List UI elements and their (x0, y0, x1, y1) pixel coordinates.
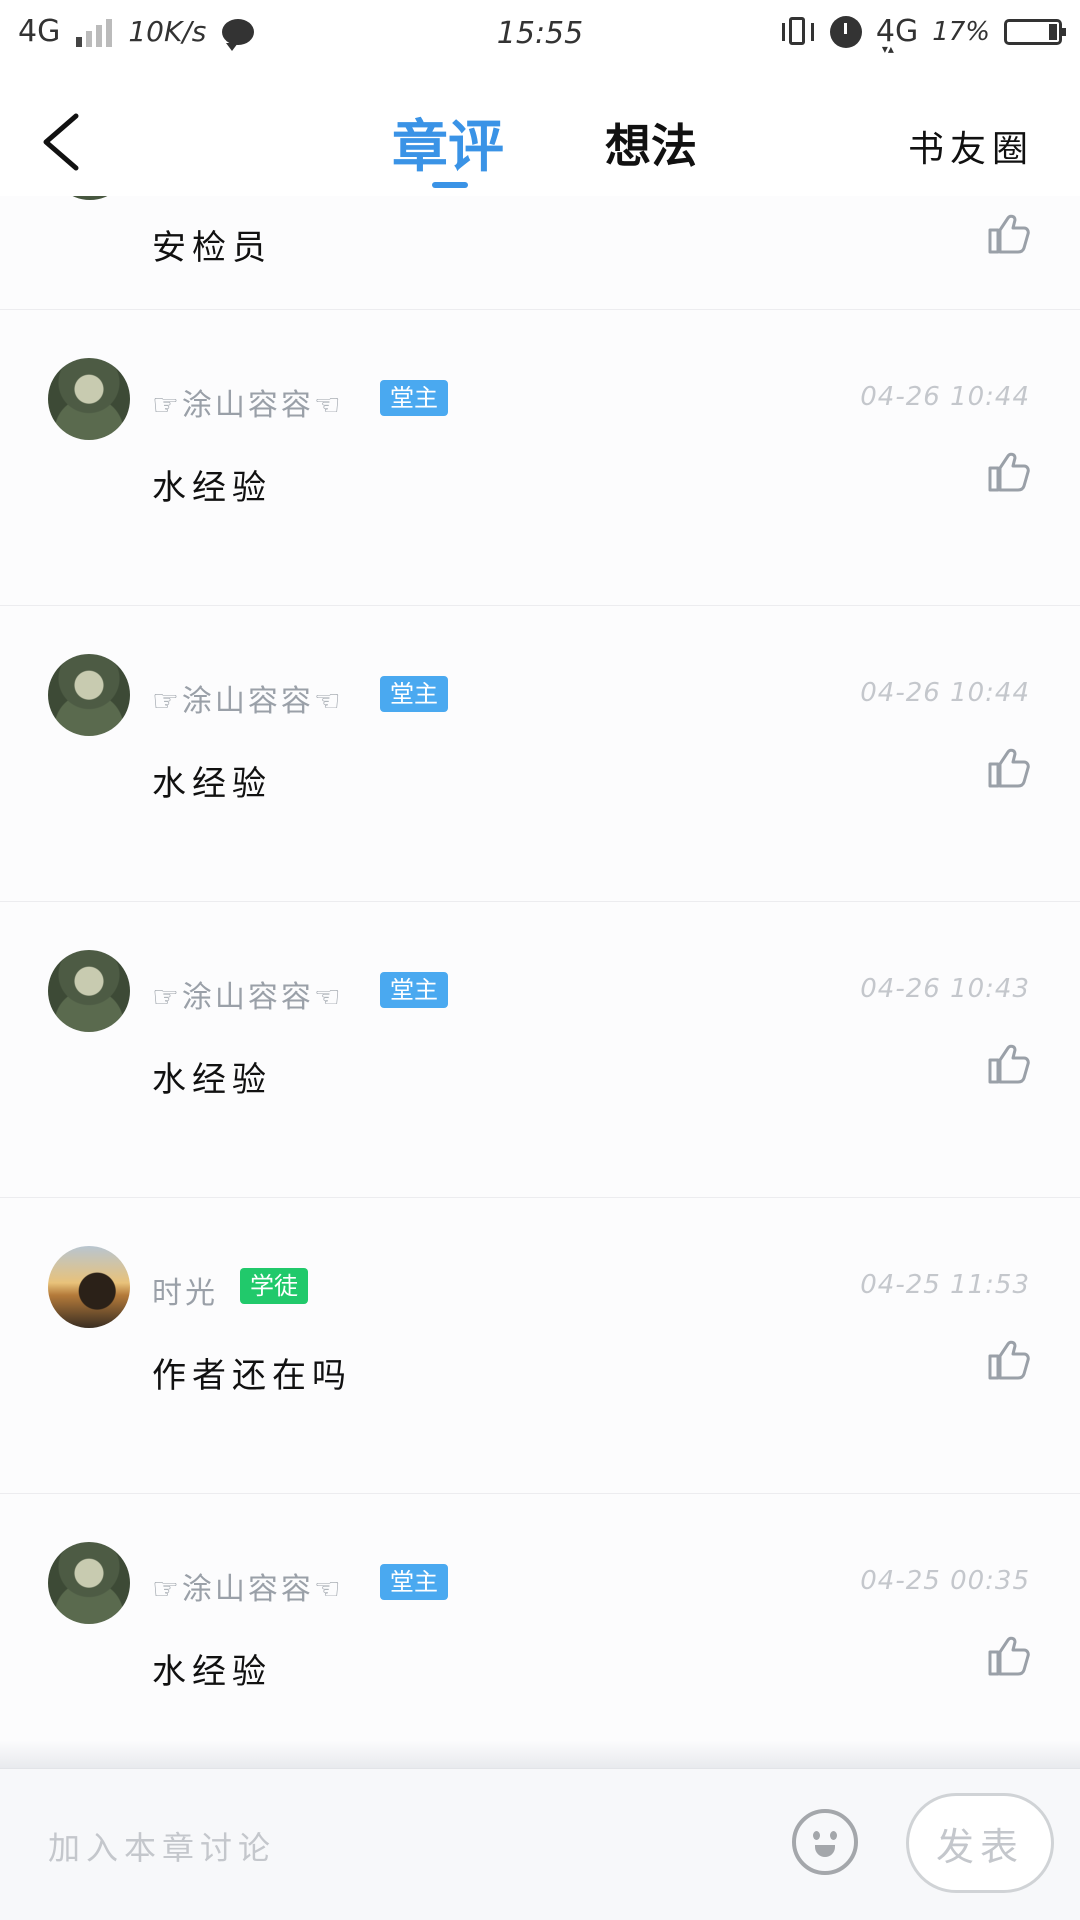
user-name[interactable]: ☞涂山容容☜ (152, 1564, 344, 1608)
user-name[interactable]: ☞涂山容容☜ (152, 676, 344, 720)
user-name[interactable]: ☞涂山容容☜ (152, 972, 344, 1016)
avatar[interactable] (48, 358, 130, 440)
smiley-icon (813, 1831, 820, 1840)
like-button[interactable] (986, 450, 1030, 494)
vibrate-icon (780, 15, 816, 49)
list-item: ☞涂山容容☜ 堂主 04-26 10:44 水经验 (0, 606, 1080, 902)
chevron-left-icon (43, 113, 79, 171)
thumbs-up-icon (988, 1044, 1030, 1084)
thumbs-up-icon (988, 214, 1030, 254)
timestamp: 04-25 11:53 (860, 1270, 1030, 1300)
like-button[interactable] (986, 1634, 1030, 1678)
comment-text: 水经验 (152, 1060, 272, 1100)
thumbs-up-icon (988, 1340, 1030, 1380)
comment-list-inner: 安检员 ☞涂山容容☜ 堂主 04-26 10:44 水经验 ☞涂山容容☜ 堂主 … (0, 196, 1080, 1768)
network-type-right: 4G ▾▴ (876, 14, 918, 56)
battery-percent: 17% (932, 16, 990, 47)
alarm-icon (829, 15, 862, 48)
data-arrows-icon: ▾▴ (881, 42, 894, 56)
timestamp: 04-26 10:44 (860, 678, 1030, 708)
list-item: ☞涂山容容☜ 堂主 04-26 10:44 水经验 (0, 310, 1080, 606)
thumbs-up-icon (988, 1636, 1030, 1676)
status-right: 4G ▾▴ 17% (780, 14, 1066, 56)
thumbs-up-icon (988, 452, 1030, 492)
timestamp: 04-26 10:43 (860, 974, 1030, 1004)
back-button[interactable] (40, 112, 84, 172)
send-button[interactable]: 发表 (906, 1793, 1054, 1893)
book-friends-circle-link[interactable]: 书友圈 (908, 120, 1034, 172)
tab-thoughts[interactable]: 想法 (605, 110, 697, 176)
comment-text: 作者还在吗 (152, 1356, 352, 1396)
thumbs-up-icon (988, 748, 1030, 788)
rank-badge: 堂主 (380, 972, 448, 1008)
avatar[interactable] (48, 950, 130, 1032)
avatar[interactable] (50, 196, 130, 200)
battery-icon (1004, 18, 1066, 45)
avatar[interactable] (48, 1542, 130, 1624)
list-item: 安检员 (0, 196, 1080, 310)
rank-badge: 学徒 (240, 1268, 308, 1304)
comment-list[interactable]: 安检员 ☞涂山容容☜ 堂主 04-26 10:44 水经验 ☞涂山容容☜ 堂主 … (0, 196, 1080, 1768)
rank-badge: 堂主 (380, 1564, 448, 1600)
like-button[interactable] (986, 746, 1030, 790)
like-button[interactable] (986, 212, 1030, 256)
header: 章评 想法 书友圈 (0, 72, 1080, 196)
list-fade (0, 1740, 1080, 1768)
bottom-bar: 发表 (0, 1768, 1080, 1920)
avatar[interactable] (48, 1246, 130, 1328)
emoji-button[interactable] (792, 1809, 858, 1875)
timestamp: 04-25 00:35 (860, 1566, 1030, 1596)
user-name[interactable]: 时光 (152, 1268, 218, 1312)
rank-badge: 堂主 (380, 380, 448, 416)
comment-text: 安检员 (152, 228, 272, 268)
like-button[interactable] (986, 1042, 1030, 1086)
tab-chapter-comments[interactable]: 章评 (392, 102, 504, 183)
list-item: 时光 学徒 04-25 11:53 作者还在吗 (0, 1198, 1080, 1494)
user-name[interactable]: ☞涂山容容☜ (152, 380, 344, 424)
list-item: ☞涂山容容☜ 堂主 04-26 10:43 水经验 (0, 902, 1080, 1198)
avatar[interactable] (48, 654, 130, 736)
list-item: ☞涂山容容☜ 堂主 04-25 00:35 水经验 (0, 1494, 1080, 1768)
rank-badge: 堂主 (380, 676, 448, 712)
battery-fill (1049, 23, 1057, 40)
like-button[interactable] (986, 1338, 1030, 1382)
comment-text: 水经验 (152, 1652, 272, 1692)
smiley-icon-eye (830, 1831, 837, 1840)
comment-text: 水经验 (152, 764, 272, 804)
tab-active-indicator (432, 182, 468, 188)
timestamp: 04-26 10:44 (860, 382, 1030, 412)
comment-text: 水经验 (152, 468, 272, 508)
status-bar: 4G 10K/s 15:55 4G ▾▴ 17% (0, 0, 1080, 72)
screen: 4G 10K/s 15:55 4G ▾▴ 17% 章评 想法 书友圈 安检员 ☞… (0, 0, 1080, 1920)
discussion-input[interactable] (46, 1819, 750, 1877)
smiley-icon-mouth (815, 1845, 835, 1857)
